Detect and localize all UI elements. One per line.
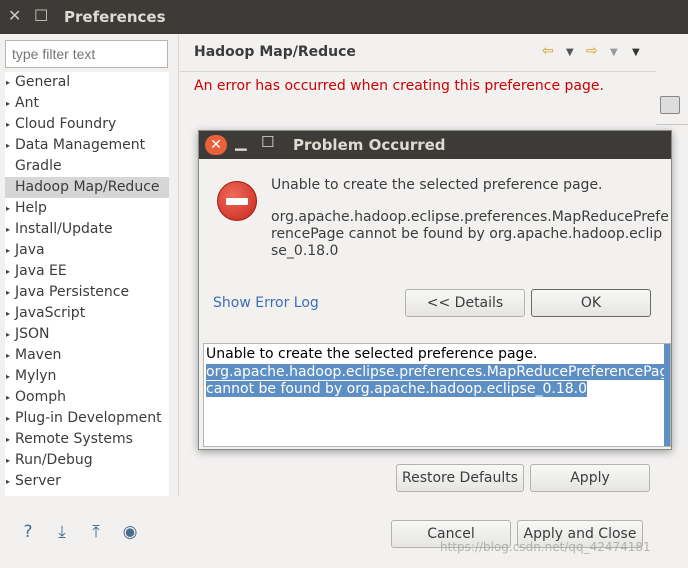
expand-arrow-icon[interactable]: ▸ — [6, 408, 10, 429]
preference-tree: ▸ General ▸ Ant ▸ Cloud Foundry ▸ Data Manageme… — [5, 72, 169, 496]
tree-item[interactable]: ▸ Help — [5, 198, 169, 219]
dialog-detail: org.apache.hadoop.eclipse.preferences.Ma… — [271, 209, 669, 259]
tree-item-label: JSON — [15, 326, 50, 342]
page-title: Hadoop Map/Reduce — [194, 44, 356, 60]
sash-divider[interactable] — [178, 34, 179, 496]
expand-arrow-icon[interactable]: ▸ — [6, 135, 10, 156]
details-text-area[interactable]: Unable to create the selected preference… — [203, 343, 671, 447]
expand-arrow-icon[interactable]: ▸ — [6, 324, 10, 345]
details-text-line: Unable to create the selected preference… — [206, 346, 538, 362]
dialog-close-icon[interactable]: ✕ — [205, 135, 227, 155]
page-header: Hadoop Map/Reduce ⇦ ▼ ⇨ ▼ ▼ — [180, 34, 656, 72]
tree-item[interactable]: ▸ Cloud Foundry — [5, 114, 169, 135]
back-arrow-icon[interactable]: ⇦ — [542, 43, 554, 59]
tree-item[interactable]: ▸ Maven — [5, 345, 169, 366]
tree-item-label: Gradle — [15, 158, 62, 174]
problem-dialog: ✕ ▁ ☐ Problem Occurred Unable to create … — [198, 130, 672, 450]
tree-item[interactable]: Hadoop Map/Reduce — [5, 177, 169, 198]
expand-arrow-icon[interactable]: ▸ — [6, 387, 10, 408]
tree-item-label: Ant — [15, 95, 39, 111]
expand-arrow-icon[interactable]: ▸ — [6, 282, 10, 303]
tree-item-label: Maven — [15, 347, 62, 363]
tree-item[interactable]: ▸ Java — [5, 240, 169, 261]
forward-dropdown-icon[interactable]: ▼ — [610, 47, 618, 58]
expand-arrow-icon[interactable]: ▸ — [6, 114, 10, 135]
window-titlebar: ✕ ☐ Preferences — [0, 0, 656, 34]
tree-item-label: Plug-in Development — [15, 410, 162, 426]
expand-arrow-icon[interactable]: ▸ — [6, 261, 10, 282]
tree-item-label: Java Persistence — [15, 284, 130, 300]
tree-item[interactable]: ▸ Server — [5, 471, 169, 492]
tree-item-label: Remote Systems — [15, 431, 133, 447]
tree-item-label: Help — [15, 200, 47, 216]
tree-item[interactable]: ▸ Ant — [5, 93, 169, 114]
export-icon[interactable]: ⤒ — [84, 520, 108, 544]
tree-item-label: Run/Debug — [15, 452, 93, 468]
dialog-titlebar: ✕ ▁ ☐ Problem Occurred — [199, 131, 671, 159]
expand-arrow-icon[interactable]: ▸ — [6, 219, 10, 240]
tree-item[interactable]: ▸ JSON — [5, 324, 169, 345]
window-maximize-icon[interactable]: ☐ — [34, 6, 48, 25]
view-menu-icon[interactable]: ▼ — [632, 47, 640, 58]
error-icon — [217, 181, 257, 221]
tree-item[interactable]: ▸ JavaScript — [5, 303, 169, 324]
tree-item[interactable]: ▸ Java Persistence — [5, 282, 169, 303]
expand-arrow-icon[interactable]: ▸ — [6, 366, 10, 387]
tree-item[interactable]: ▸ General — [5, 72, 169, 93]
expand-arrow-icon[interactable]: ▸ — [6, 303, 10, 324]
expand-arrow-icon[interactable]: ▸ — [6, 198, 10, 219]
tree-item[interactable]: ▸ Plug-in Development — [5, 408, 169, 429]
details-button[interactable]: << Details — [405, 289, 525, 317]
tree-item-label: Cloud Foundry — [15, 116, 117, 132]
tree-item-label: Data Management — [15, 137, 146, 153]
expand-arrow-icon[interactable]: ▸ — [6, 450, 10, 471]
tree-item-label: Java — [15, 242, 45, 258]
expand-arrow-icon[interactable]: ▸ — [6, 429, 10, 450]
expand-arrow-icon[interactable]: ▸ — [6, 471, 10, 492]
filter-input[interactable] — [5, 40, 168, 68]
tree-item[interactable]: ▸ Data Management — [5, 135, 169, 156]
tree-item-label: Oomph — [15, 389, 66, 405]
tree-item[interactable]: ▸ Install/Update — [5, 219, 169, 240]
dialog-maximize-icon[interactable]: ☐ — [261, 133, 274, 151]
record-icon[interactable]: ◉ — [118, 520, 142, 544]
help-icon[interactable]: ? — [16, 520, 40, 544]
import-icon[interactable]: ⤓ — [50, 520, 74, 544]
dialog-message: Unable to create the selected preference… — [271, 177, 603, 193]
watermark-text: https://blog.csdn.net/qq_42474181 — [440, 540, 651, 554]
background-divider — [656, 124, 688, 125]
expand-arrow-icon[interactable]: ▸ — [6, 240, 10, 261]
show-error-log-link[interactable]: Show Error Log — [213, 295, 319, 311]
tree-item[interactable]: ▸ Run/Debug — [5, 450, 169, 471]
tree-item-label: JavaScript — [15, 305, 86, 321]
background-toolbar-icon — [660, 96, 680, 114]
tree-item-label: Server — [15, 473, 61, 489]
expand-arrow-icon[interactable]: ▸ — [6, 345, 10, 366]
apply-button[interactable]: Apply — [530, 464, 650, 492]
details-selected-text: org.apache.hadoop.eclipse.preferences.Ma… — [206, 364, 670, 398]
tree-item-label: Hadoop Map/Reduce — [15, 179, 160, 195]
tree-item[interactable]: ▸ Mylyn — [5, 366, 169, 387]
window-title: Preferences — [64, 8, 166, 26]
expand-arrow-icon[interactable]: ▸ — [6, 72, 10, 93]
details-scrollbar[interactable] — [664, 344, 670, 446]
tree-item[interactable]: ▸ Remote Systems — [5, 429, 169, 450]
dialog-minimize-icon[interactable]: ▁ — [235, 133, 247, 151]
restore-defaults-button[interactable]: Restore Defaults — [396, 464, 524, 492]
tree-item[interactable]: Gradle — [5, 156, 169, 177]
tree-item[interactable]: ▸ Oomph — [5, 387, 169, 408]
back-dropdown-icon[interactable]: ▼ — [566, 47, 574, 58]
dialog-title: Problem Occurred — [293, 136, 446, 154]
window-close-icon[interactable]: ✕ — [8, 6, 21, 25]
tree-item-label: Install/Update — [15, 221, 113, 237]
tree-item[interactable]: ▸ Java EE — [5, 261, 169, 282]
forward-arrow-icon[interactable]: ⇨ — [586, 43, 598, 59]
tree-item-label: Java EE — [15, 263, 67, 279]
page-error-message: An error has occurred when creating this… — [194, 78, 604, 94]
expand-arrow-icon[interactable]: ▸ — [6, 93, 10, 114]
background-titlebar — [656, 0, 688, 34]
tree-item-label: Mylyn — [15, 368, 57, 384]
tree-item-label: General — [15, 74, 71, 90]
ok-button[interactable]: OK — [531, 289, 651, 317]
